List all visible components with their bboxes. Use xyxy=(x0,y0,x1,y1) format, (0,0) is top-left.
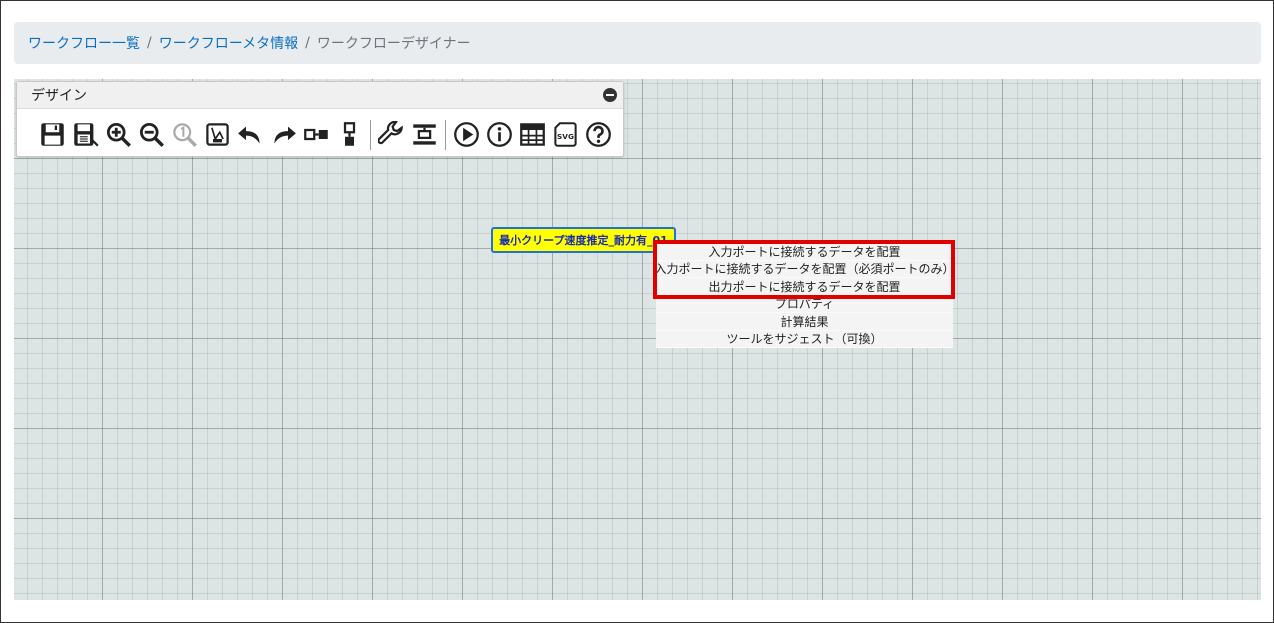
design-toolbar: SVG xyxy=(17,109,623,150)
menu-item-place-input-data[interactable]: 入力ポートに接続するデータを配置 xyxy=(656,243,953,261)
zoom-out-icon[interactable] xyxy=(136,119,167,150)
undo-icon[interactable] xyxy=(235,119,266,150)
workflow-node[interactable]: 最小クリープ速度推定_耐力有_01 xyxy=(491,227,676,253)
collapse-icon[interactable] xyxy=(603,88,617,102)
menu-item-place-required-input-data[interactable]: 入力ポートに接続するデータを配置（必須ポートのみ） xyxy=(655,261,955,278)
context-menu: 入力ポートに接続するデータを配置 入力ポートに接続するデータを配置（必須ポートの… xyxy=(655,243,955,348)
breadcrumb-separator: / xyxy=(147,35,152,51)
save-icon[interactable] xyxy=(37,119,68,150)
wrench-icon[interactable] xyxy=(376,119,407,150)
menu-item-suggest-tool[interactable]: ツールをサジェスト（可換） xyxy=(656,331,953,348)
design-panel: デザイン SVG xyxy=(16,81,624,157)
table-icon[interactable] xyxy=(517,119,548,150)
breadcrumb-current: ワークフローデザイナー xyxy=(316,36,471,52)
run-icon[interactable] xyxy=(451,119,482,150)
help-icon[interactable] xyxy=(583,119,614,150)
design-panel-header: デザイン xyxy=(17,82,623,109)
svg-export-icon[interactable]: SVG xyxy=(550,119,581,150)
fit-icon[interactable] xyxy=(202,119,233,150)
menu-item-place-output-data[interactable]: 出力ポートに接続するデータを配置 xyxy=(656,278,953,296)
menu-item-properties[interactable]: プロパティ xyxy=(656,296,953,313)
toolbar-separator xyxy=(445,119,446,150)
toolbar-separator xyxy=(370,119,371,150)
svg-export-label: SVG xyxy=(557,132,574,141)
breadcrumb-workflow-list[interactable]: ワークフロー一覧 xyxy=(28,33,140,53)
breadcrumb-separator: / xyxy=(305,35,310,51)
zoom-reset-icon[interactable] xyxy=(169,119,200,150)
save-as-icon[interactable] xyxy=(70,119,101,150)
menu-item-calc-results[interactable]: 計算結果 xyxy=(656,313,953,331)
breadcrumb-workflow-meta[interactable]: ワークフローメタ情報 xyxy=(159,33,298,53)
align-icon[interactable] xyxy=(409,119,440,150)
breadcrumb: ワークフロー一覧 / ワークフローメタ情報 / ワークフローデザイナー xyxy=(14,22,1261,64)
info-icon[interactable] xyxy=(484,119,515,150)
vertical-layout-icon[interactable] xyxy=(334,119,365,150)
design-canvas[interactable] xyxy=(14,79,1261,600)
design-panel-title: デザイン xyxy=(31,88,87,104)
horizontal-layout-icon[interactable] xyxy=(301,119,332,150)
zoom-in-icon[interactable] xyxy=(103,119,134,150)
redo-icon[interactable] xyxy=(268,119,299,150)
